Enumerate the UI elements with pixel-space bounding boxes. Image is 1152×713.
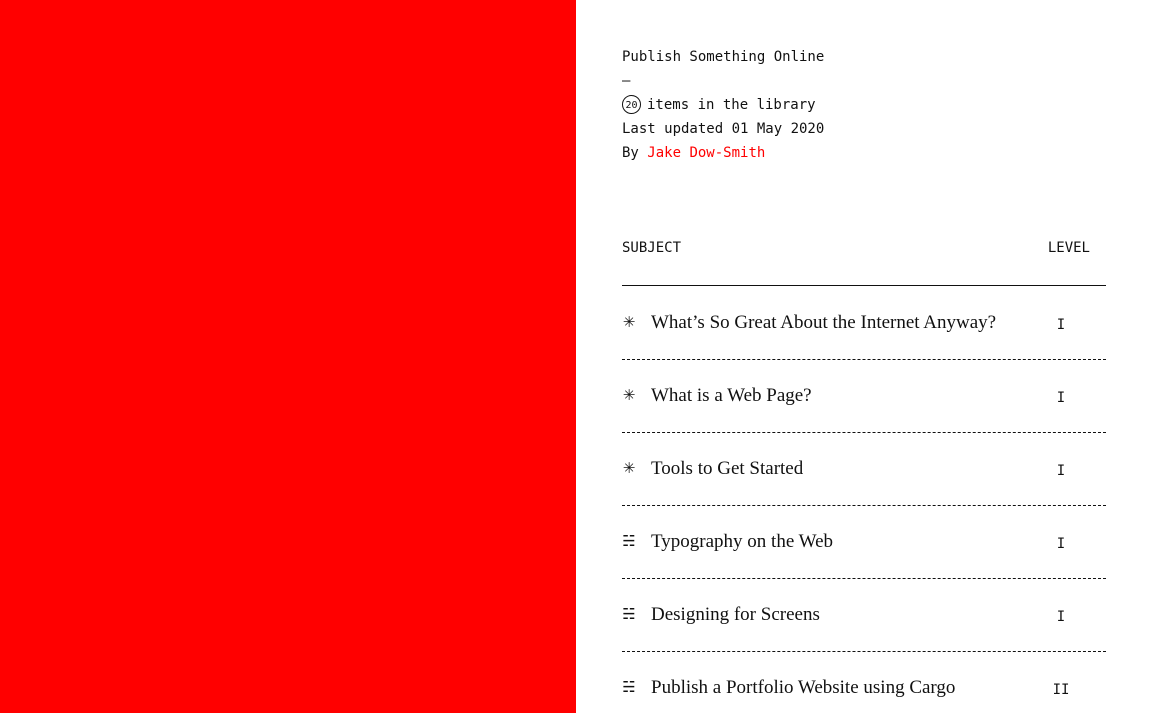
item-title[interactable]: What is a Web Page?	[651, 384, 812, 408]
asterisk-icon: ✳	[622, 386, 636, 404]
asterisk-icon: ✳	[622, 313, 636, 331]
asterisk-icon: ✳	[622, 459, 636, 477]
item-level: II	[1052, 682, 1070, 698]
library-panel: Publish Something Online – 20 items in th…	[576, 0, 1152, 713]
level-column-header: LEVEL	[1047, 240, 1090, 256]
author-line: By Jake Dow-Smith	[622, 141, 824, 165]
list-icon: ☵	[622, 532, 636, 550]
library-item-row[interactable]: ☵ Designing for Screens I	[622, 579, 1106, 652]
item-title[interactable]: Tools to Get Started	[651, 457, 803, 481]
library-item-row[interactable]: ✳ Tools to Get Started I	[622, 433, 1106, 506]
table-header: SUBJECT LEVEL	[622, 238, 1106, 286]
library-item-row[interactable]: ☵ Publish a Portfolio Website using Cargo…	[622, 652, 1106, 713]
by-label: By	[622, 145, 639, 161]
last-updated: Last updated 01 May 2020	[622, 121, 825, 137]
items-label: items in the library	[647, 97, 816, 113]
item-title[interactable]: Typography on the Web	[651, 530, 833, 554]
library-list: ✳ What’s So Great About the Internet Anyw…	[622, 287, 1106, 713]
item-level: I	[1056, 536, 1066, 552]
item-level: I	[1056, 390, 1066, 406]
item-title[interactable]: Publish a Portfolio Website using Cargo	[651, 676, 955, 700]
list-icon: ☵	[622, 605, 636, 623]
library-title: Publish Something Online	[622, 49, 825, 65]
library-item-row[interactable]: ✳ What is a Web Page? I	[622, 360, 1106, 433]
library-item-row[interactable]: ✳ What’s So Great About the Internet Anyw…	[622, 287, 1106, 360]
page: Publish Something Online – 20 items in th…	[0, 0, 1152, 713]
item-level: I	[1056, 463, 1066, 479]
item-count-line: 20 items in the library	[622, 93, 824, 117]
item-title[interactable]: Designing for Screens	[651, 603, 820, 627]
title-dash: –	[622, 73, 631, 89]
list-icon: ☵	[622, 678, 636, 696]
library-item-row[interactable]: ☵ Typography on the Web I	[622, 506, 1106, 579]
author-link[interactable]: Jake Dow-Smith	[647, 145, 765, 161]
subject-column-header: SUBJECT	[622, 240, 682, 256]
library-info: Publish Something Online – 20 items in th…	[622, 45, 824, 165]
item-title[interactable]: What’s So Great About the Internet Anywa…	[651, 311, 996, 335]
item-level: I	[1056, 317, 1066, 333]
accent-panel	[0, 0, 576, 713]
item-count-badge: 20	[622, 94, 641, 114]
item-level: I	[1056, 609, 1066, 625]
